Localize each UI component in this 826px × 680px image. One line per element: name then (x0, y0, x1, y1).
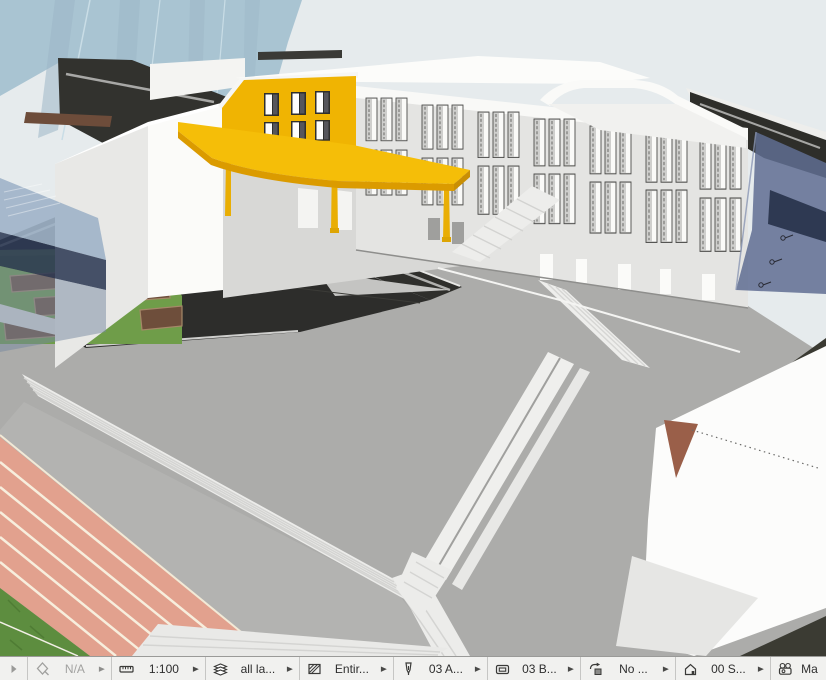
quick-options-expander[interactable] (0, 657, 28, 680)
home-story-icon (682, 661, 699, 677)
popup-arrow-icon: ▶ (663, 664, 669, 672)
pen-selector[interactable]: 03 A... ▶ (394, 657, 488, 680)
scale-ruler-icon (118, 661, 135, 677)
partial-structure-value: Entir... (328, 662, 376, 676)
popup-arrow-icon: ▶ (568, 664, 574, 672)
model-view-options-selector[interactable]: 03 B... ▶ (488, 657, 581, 680)
graphic-override-value: No ... (609, 662, 658, 676)
popup-arrow-icon: ▶ (475, 664, 481, 672)
popup-arrow-icon: ▶ (287, 664, 293, 672)
popup-arrow-icon: ▶ (381, 664, 387, 672)
pen-set-selector[interactable]: N/A ▶ (28, 657, 112, 680)
popup-arrow-icon: ▶ (99, 664, 105, 672)
popup-arrow-icon: ▶ (193, 664, 199, 672)
scale-value: 1:100 (140, 662, 188, 676)
pen-icon (400, 661, 417, 677)
archicad-3d-window: N/A ▶ 1:100 ▶ all la... ▶ (0, 0, 826, 680)
pen-value: 03 A... (422, 662, 470, 676)
layer-combination-selector[interactable]: all la... ▶ (206, 657, 300, 680)
structure-display-icon (306, 661, 323, 677)
scale-selector[interactable]: 1:100 ▶ (112, 657, 206, 680)
popup-arrow-icon: ▶ (758, 664, 764, 672)
home-story-value: 00 S... (704, 662, 753, 676)
partial-structure-display-selector[interactable]: Entir... ▶ (300, 657, 394, 680)
3d-style-selector[interactable]: Ma (771, 657, 826, 680)
pen-set-value: N/A (56, 662, 94, 676)
home-story-selector[interactable]: 00 S... ▶ (676, 657, 771, 680)
layer-combination-value: all la... (234, 662, 282, 676)
pen-set-icon (34, 661, 51, 677)
model-view-options-value: 03 B... (516, 662, 563, 676)
graphic-override-selector[interactable]: No ... ▶ (581, 657, 676, 680)
3d-style-value: Ma (799, 662, 820, 676)
chevron-right-icon (5, 661, 22, 677)
quick-options-bar: N/A ▶ 1:100 ▶ all la... ▶ (0, 656, 826, 680)
layers-icon (212, 661, 229, 677)
camera-icon (777, 661, 794, 677)
graphic-override-icon (587, 661, 604, 677)
model-view-options-icon (494, 661, 511, 677)
3d-viewport[interactable] (0, 0, 826, 656)
